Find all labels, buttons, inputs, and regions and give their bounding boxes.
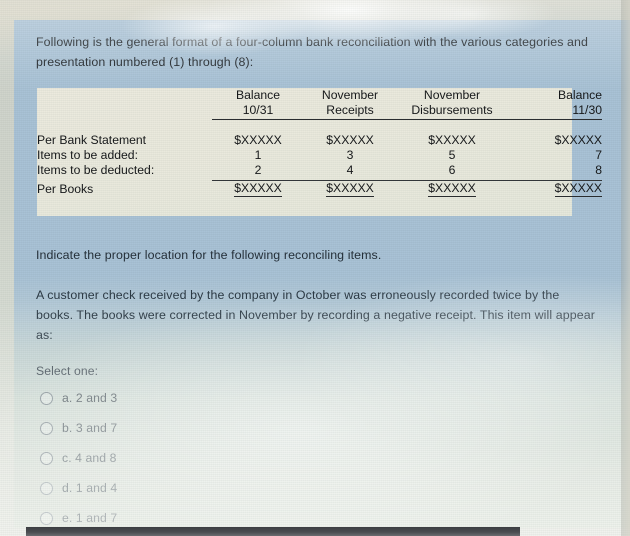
table-row: Items to be added: 1 3 5 7 xyxy=(37,148,602,163)
row-value-balance-1130: $XXXXX xyxy=(508,181,602,197)
header-blank xyxy=(37,88,212,120)
photo-right-edge-shadow xyxy=(621,0,630,536)
header-line1: Balance xyxy=(235,88,281,102)
photographed-screen-surface: Following is the general format of a fou… xyxy=(0,0,630,536)
row-value-balance-1031: 2 xyxy=(254,163,262,177)
row-value-balance-1031: $XXXXX xyxy=(234,133,282,147)
row-label: Per Bank Statement xyxy=(37,133,147,147)
row-value-balance-1130: 7 xyxy=(595,148,602,162)
table-spacer-row xyxy=(37,120,602,133)
answer-option-b[interactable]: b. 3 and 7 xyxy=(40,413,370,443)
spacer-cell xyxy=(37,120,212,133)
answer-option-label: d. 1 and 4 xyxy=(62,481,118,495)
answer-option-d[interactable]: d. 1 and 4 xyxy=(40,473,370,503)
row-value-disbursements: 6 xyxy=(448,163,456,177)
row-value-receipts: $XXXXX xyxy=(326,133,374,147)
header-line2: 10/31 xyxy=(212,103,304,120)
row-value-balance-1031: $XXXXX xyxy=(212,181,304,197)
row-label: Items to be deducted: xyxy=(37,163,155,177)
table-row: Items to be deducted: 2 4 6 8 xyxy=(37,163,602,178)
radio-button-icon[interactable] xyxy=(40,421,53,435)
header-line1: Balance xyxy=(557,88,602,102)
total-value: $XXXXX xyxy=(326,181,374,197)
header-line1: November xyxy=(423,88,481,102)
answer-option-a[interactable]: a. 2 and 3 xyxy=(40,383,370,413)
table-head: Balance 10/31 November Receipts November… xyxy=(37,88,602,120)
row-value-receipts: 3 xyxy=(346,148,354,162)
spacer-cell xyxy=(212,120,304,133)
header-balance-1130: Balance 11/30 xyxy=(508,88,602,120)
row-value-receipts: 4 xyxy=(346,163,354,177)
total-value: $XXXXX xyxy=(554,181,602,197)
table-row: Per Bank Statement $XXXXX $XXXXX $XXXXX … xyxy=(37,133,602,148)
radio-button-icon[interactable] xyxy=(40,451,53,465)
answer-option-label: a. 2 and 3 xyxy=(62,391,118,405)
question-text: A customer check received by the company… xyxy=(36,288,595,342)
spacer-cell xyxy=(304,120,396,133)
row-value-disbursements: $XXXXX xyxy=(428,133,476,147)
header-november-disbursements: November Disbursements xyxy=(396,88,508,120)
row-value-disbursements: 5 xyxy=(448,148,456,162)
table-row-total: Per Books $XXXXX $XXXXX $XXXXX $XXXXX xyxy=(37,181,602,197)
row-value-disbursements: $XXXXX xyxy=(396,181,508,197)
row-value-balance-1130: 8 xyxy=(595,163,602,177)
answer-option-label: b. 3 and 7 xyxy=(62,421,118,435)
radio-button-icon[interactable] xyxy=(40,511,53,525)
header-line1: November xyxy=(321,88,379,102)
header-november-receipts: November Receipts xyxy=(304,88,396,120)
quiz-page: Following is the general format of a fou… xyxy=(14,20,630,528)
header-balance-1031: Balance 10/31 xyxy=(212,88,304,120)
table-header-row: Balance 10/31 November Receipts November… xyxy=(37,88,602,120)
device-bottom-bar xyxy=(26,527,520,536)
answer-options-list: a. 2 and 3 b. 3 and 7 c. 4 and 8 d. 1 an… xyxy=(40,383,370,528)
total-value: $XXXXX xyxy=(428,181,476,197)
select-one-prompt: Select one: xyxy=(36,364,99,378)
header-line2: Disbursements xyxy=(396,103,508,120)
row-value-balance-1031: 1 xyxy=(254,148,262,162)
header-line2: Receipts xyxy=(304,103,396,120)
row-value-receipts: $XXXXX xyxy=(304,181,396,197)
answer-option-c[interactable]: c. 4 and 8 xyxy=(40,443,370,473)
row-label: Per Books xyxy=(37,182,94,196)
intro-paragraph: Following is the general format of a fou… xyxy=(36,35,589,69)
header-line2: 11/30 xyxy=(508,103,602,120)
radio-button-icon[interactable] xyxy=(40,391,53,405)
answer-option-label: e. 1 and 7 xyxy=(62,511,118,525)
radio-button-icon[interactable] xyxy=(40,481,53,495)
total-value: $XXXXX xyxy=(234,181,282,197)
answer-option-label: c. 4 and 8 xyxy=(62,451,117,465)
spacer-cell xyxy=(396,120,508,133)
row-value-balance-1130: $XXXXX xyxy=(554,133,602,147)
instruction-text: Indicate the proper location for the fol… xyxy=(36,248,382,262)
table-body: Per Bank Statement $XXXXX $XXXXX $XXXXX … xyxy=(37,120,602,197)
spacer-cell xyxy=(508,120,602,133)
reconciliation-table: Balance 10/31 November Receipts November… xyxy=(37,88,602,197)
reconciliation-table-image: Balance 10/31 November Receipts November… xyxy=(37,88,602,216)
row-label: Items to be added: xyxy=(37,148,138,162)
answer-option-e[interactable]: e. 1 and 7 xyxy=(40,503,370,528)
